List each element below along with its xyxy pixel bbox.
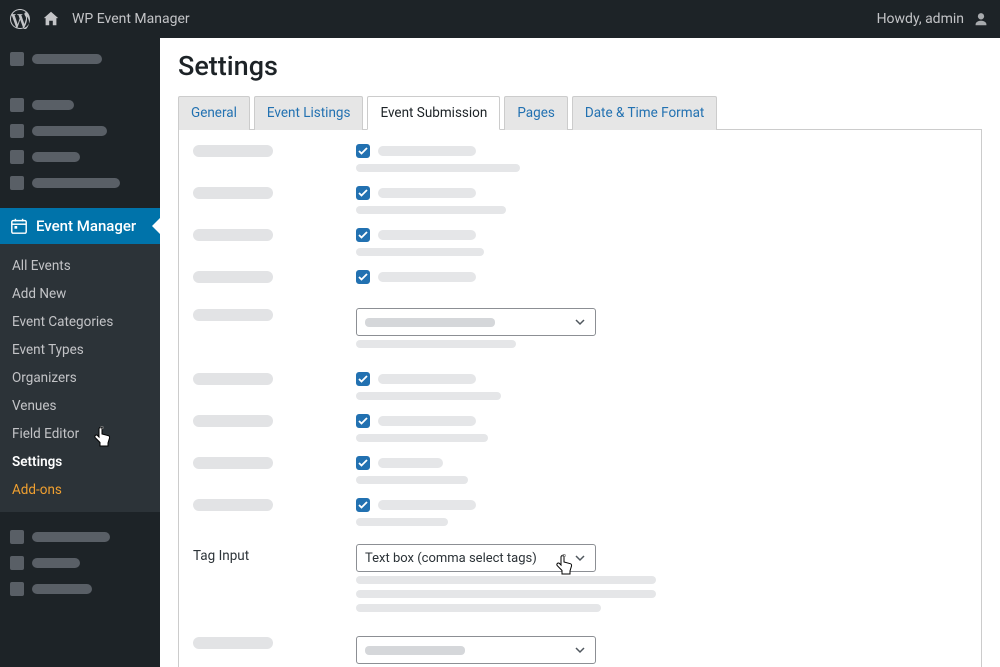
- sidebar-item-event-manager[interactable]: Event Manager: [0, 208, 160, 244]
- field-label-placeholder: [378, 146, 476, 156]
- submenu-all-events[interactable]: All Events: [0, 252, 160, 280]
- tab-pages[interactable]: Pages: [504, 96, 568, 130]
- admin-bar: WP Event Manager Howdy, admin: [0, 0, 1000, 38]
- page-title: Settings: [178, 50, 982, 82]
- setting-row: [193, 456, 967, 484]
- tab-event-submission[interactable]: Event Submission: [367, 96, 500, 130]
- greeting-text: Howdy, admin: [877, 11, 964, 27]
- field-label-placeholder: [378, 500, 476, 510]
- description-placeholder: [356, 434, 488, 442]
- checkbox[interactable]: [356, 228, 370, 242]
- setting-row: [193, 270, 967, 290]
- field-label-placeholder: [378, 230, 476, 240]
- checkbox[interactable]: [356, 498, 370, 512]
- tab-event-listings[interactable]: Event Listings: [254, 96, 364, 130]
- tab-general[interactable]: General: [178, 96, 250, 130]
- wordpress-logo-icon[interactable]: [10, 9, 30, 29]
- description-placeholder: [356, 340, 516, 348]
- field-label-placeholder: [378, 458, 443, 468]
- checkbox[interactable]: [356, 270, 370, 284]
- submenu-addons[interactable]: Add-ons: [0, 476, 160, 504]
- checkbox[interactable]: [356, 456, 370, 470]
- chevron-down-icon: [573, 551, 587, 565]
- select-dropdown[interactable]: [356, 636, 596, 664]
- home-icon[interactable]: [42, 10, 60, 28]
- setting-row: [193, 144, 967, 172]
- setting-row: [193, 414, 967, 442]
- select-dropdown[interactable]: [356, 308, 596, 336]
- main-content: Settings General Event Listings Event Su…: [160, 38, 1000, 667]
- setting-row: [193, 372, 967, 400]
- field-label-placeholder: [378, 272, 476, 282]
- chevron-down-icon: [573, 315, 587, 329]
- checkbox[interactable]: [356, 144, 370, 158]
- submenu: All Events Add New Event Categories Even…: [0, 244, 160, 512]
- field-label-placeholder: [378, 188, 476, 198]
- site-title[interactable]: WP Event Manager: [72, 11, 190, 27]
- field-label-placeholder: [378, 416, 476, 426]
- description-placeholder: [356, 164, 520, 172]
- description-placeholder: [356, 476, 468, 484]
- menu-placeholder[interactable]: [0, 170, 160, 196]
- tag-input-select[interactable]: Text box (comma select tags): [356, 544, 596, 572]
- submenu-event-categories[interactable]: Event Categories: [0, 308, 160, 336]
- submenu-organizers[interactable]: Organizers: [0, 364, 160, 392]
- setting-row: [193, 186, 967, 214]
- sidebar-item-label: Event Manager: [36, 217, 136, 235]
- settings-panel: Tag Input Text box (comma select tags): [178, 130, 982, 667]
- field-label-placeholder: [378, 374, 476, 384]
- setting-row: [193, 308, 967, 354]
- menu-placeholder[interactable]: [0, 46, 160, 72]
- admin-sidebar: Event Manager All Events Add New Event C…: [0, 38, 160, 667]
- description-placeholder: [356, 590, 656, 598]
- submenu-event-types[interactable]: Event Types: [0, 336, 160, 364]
- description-placeholder: [356, 604, 601, 612]
- menu-placeholder[interactable]: [0, 118, 160, 144]
- submenu-add-new[interactable]: Add New: [0, 280, 160, 308]
- setting-row: [193, 498, 967, 526]
- menu-placeholder[interactable]: [0, 576, 160, 602]
- submenu-settings[interactable]: Settings: [0, 448, 160, 476]
- select-value: Text box (comma select tags): [365, 551, 537, 566]
- description-placeholder: [356, 206, 506, 214]
- description-placeholder: [356, 518, 448, 526]
- user-icon: [972, 10, 990, 28]
- chevron-down-icon: [573, 643, 587, 657]
- menu-placeholder[interactable]: [0, 92, 160, 118]
- checkbox[interactable]: [356, 414, 370, 428]
- tab-date-time-format[interactable]: Date & Time Format: [572, 96, 718, 130]
- setting-tag-input: Tag Input Text box (comma select tags): [193, 544, 967, 618]
- setting-row: [193, 228, 967, 256]
- menu-placeholder[interactable]: [0, 524, 160, 550]
- description-placeholder: [356, 248, 484, 256]
- settings-tabs: General Event Listings Event Submission …: [178, 96, 982, 130]
- calendar-icon: [10, 217, 28, 235]
- checkbox[interactable]: [356, 186, 370, 200]
- description-placeholder: [356, 576, 656, 584]
- menu-placeholder[interactable]: [0, 144, 160, 170]
- menu-placeholder[interactable]: [0, 550, 160, 576]
- setting-row: [193, 636, 967, 667]
- submenu-venues[interactable]: Venues: [0, 392, 160, 420]
- submenu-field-editor[interactable]: Field Editor: [0, 420, 160, 448]
- checkbox[interactable]: [356, 372, 370, 386]
- tag-input-label: Tag Input: [193, 548, 249, 564]
- description-placeholder: [356, 392, 501, 400]
- admin-bar-right[interactable]: Howdy, admin: [877, 10, 990, 28]
- admin-bar-left: WP Event Manager: [10, 9, 190, 29]
